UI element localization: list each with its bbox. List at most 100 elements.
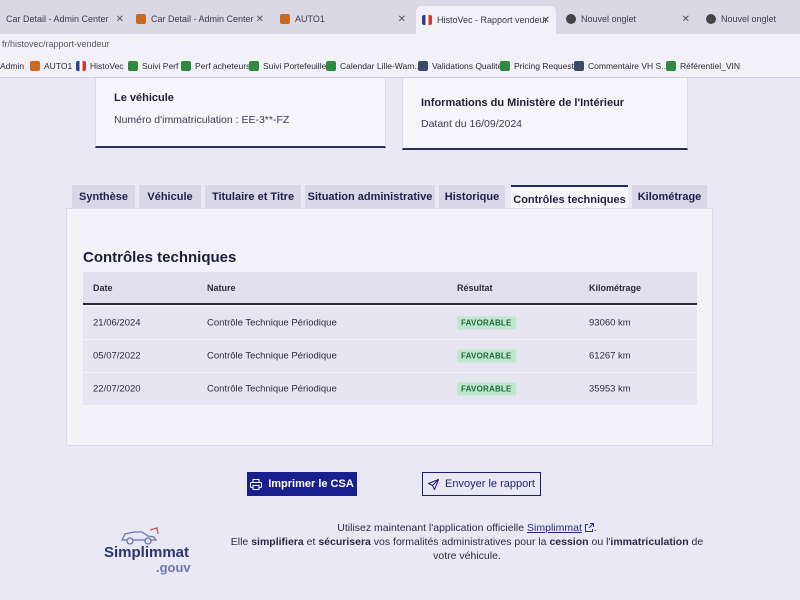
bookmark-label: Calendar Lille-Wam...: [340, 61, 422, 71]
browser-tab[interactable]: Car Detail - Admin Center ✕: [0, 6, 130, 32]
bookmark-item[interactable]: Commentaire VH S...: [574, 61, 668, 71]
bookmark-item[interactable]: Suivi Perf: [128, 61, 178, 71]
address-bar[interactable]: fr/histovec/rapport-vendeur: [0, 34, 800, 56]
tab-title: Nouvel onglet: [581, 14, 637, 24]
chrome-icon: [566, 14, 576, 24]
promo-text: de: [688, 536, 704, 548]
sheet-icon: [326, 61, 336, 71]
bookmark-item[interactable]: Référentiel_VIN: [666, 61, 740, 71]
browser-tab[interactable]: Nouvel onglet ✕: [560, 6, 696, 32]
tab-vehicule[interactable]: Véhicule: [139, 185, 201, 209]
cell-nature: Contrôle Technique Périodique: [207, 383, 337, 395]
browser-tabstrip: Car Detail - Admin Center ✕ Car Detail -…: [0, 0, 800, 34]
flag-icon: [422, 15, 432, 25]
browser-tab-active[interactable]: HistoVec - Rapport vendeur ✕: [416, 6, 556, 34]
close-icon[interactable]: ✕: [256, 14, 264, 25]
bookmark-item[interactable]: Admin: [0, 61, 24, 71]
send-icon: [428, 478, 440, 490]
table-row: 21/06/2024 Contrôle Technique Périodique…: [83, 307, 697, 339]
promo-text: vos formalités administratives pour la: [370, 536, 550, 548]
bookmark-label: Pricing Requests: [514, 61, 579, 71]
bookmark-item[interactable]: Validations Qualité: [418, 61, 502, 71]
doc-icon: [418, 61, 428, 71]
close-icon[interactable]: ✕: [682, 14, 690, 25]
vehicle-card-title: Le véhicule: [114, 92, 174, 104]
promo-text: Elle: [230, 536, 252, 548]
url-text: fr/histovec/rapport-vendeur: [2, 39, 110, 49]
col-resultat: Résultat: [457, 282, 493, 293]
printer-icon: [250, 478, 263, 490]
tab-synthese[interactable]: Synthèse: [72, 185, 135, 209]
logo-title: Simplimmat: [104, 544, 190, 561]
print-csa-button[interactable]: Imprimer le CSA: [247, 472, 357, 496]
promo-text: et: [303, 536, 319, 548]
bookmark-label: AUTO1: [44, 61, 73, 71]
bookmark-item[interactable]: Perf acheteurs: [181, 61, 250, 71]
browser-tab[interactable]: AUTO1 ✕: [274, 6, 412, 32]
ministry-date: Datant du 16/09/2024: [421, 118, 523, 130]
tab-title: Nouvel onglet: [721, 14, 777, 24]
page-content: Le véhicule Numéro d'immatriculation : E…: [0, 78, 800, 600]
tab-kilometrage[interactable]: Kilométrage: [632, 185, 707, 209]
simplimmat-link[interactable]: Simplimmat: [527, 522, 582, 534]
flag-icon: [76, 61, 86, 71]
tab-title: HistoVec - Rapport vendeur: [437, 15, 548, 25]
send-report-button[interactable]: Envoyer le rapport: [422, 472, 541, 496]
tab-title: Car Detail - Admin Center: [151, 14, 254, 24]
sheet-icon: [666, 61, 676, 71]
sheet-icon: [249, 61, 259, 71]
promo-line-3: votre véhicule.: [433, 550, 501, 562]
print-csa-label: Imprimer le CSA: [268, 478, 354, 490]
promo-text: ou l': [588, 536, 611, 548]
bookmark-item[interactable]: Calendar Lille-Wam...: [326, 61, 421, 71]
bookmarks-bar: Admin AUTO1 HistoVec Suivi Perf Perf ach…: [0, 56, 800, 78]
controles-panel: Contrôles techniques Date Nature Résulta…: [66, 208, 713, 446]
auto1-icon: [30, 61, 40, 71]
bookmark-label: Perf acheteurs: [195, 61, 251, 71]
favicon-icon: [280, 14, 290, 24]
promo-bold: cession: [549, 536, 589, 548]
tab-situation-administrative[interactable]: Situation administrative: [305, 185, 435, 209]
sheet-icon: [500, 61, 510, 71]
tab-title: Car Detail - Admin Center: [6, 14, 109, 24]
simplimmat-logo[interactable]: Simplimmat .gouv: [104, 524, 204, 580]
table-row: 22/07/2020 Contrôle Technique Périodique…: [83, 373, 697, 405]
cell-km: 35953 km: [589, 383, 631, 395]
doc-icon: [574, 61, 584, 71]
tab-title: AUTO1: [295, 14, 325, 24]
send-report-label: Envoyer le rapport: [445, 478, 535, 490]
browser-tab[interactable]: Nouvel onglet: [700, 6, 800, 32]
result-badge: FAVORABLE: [457, 316, 516, 330]
tab-historique[interactable]: Historique: [439, 185, 505, 209]
close-icon[interactable]: ✕: [542, 15, 550, 26]
close-icon[interactable]: ✕: [398, 14, 406, 25]
promo-line-1: Utilisez maintenant l'application offici…: [222, 521, 712, 535]
sheet-icon: [181, 61, 191, 71]
plate-number: Numéro d'immatriculation : EE-3**-FZ: [114, 114, 290, 126]
result-badge: FAVORABLE: [457, 382, 516, 396]
browser-tab[interactable]: Car Detail - Admin Center ✕: [130, 6, 270, 32]
promo-line-2: Elle simplifiera et sécurisera vos forma…: [222, 535, 712, 549]
tab-titulaire[interactable]: Titulaire et Titre: [205, 185, 301, 209]
bookmark-item[interactable]: Suivi Portefeuille: [249, 61, 326, 71]
promo-bold: sécurisera: [318, 536, 371, 548]
col-nature: Nature: [207, 282, 236, 293]
cell-date: 05/07/2022: [93, 350, 141, 362]
chrome-icon: [706, 14, 716, 24]
section-title: Contrôles techniques: [83, 249, 237, 266]
promo-bold: immatriculation: [610, 536, 689, 548]
logo-suffix: .gouv: [156, 560, 191, 575]
bookmark-item[interactable]: AUTO1: [30, 61, 72, 71]
promo-text: Utilisez maintenant l'application offici…: [337, 522, 528, 534]
close-icon[interactable]: ✕: [116, 14, 124, 25]
bookmark-label: Référentiel_VIN: [680, 61, 741, 71]
bookmark-label: HistoVec: [90, 61, 124, 71]
bookmark-item[interactable]: HistoVec: [76, 61, 124, 71]
table-header: Date Nature Résultat Kilométrage: [83, 272, 697, 305]
bookmark-label: Validations Qualité: [432, 61, 503, 71]
simplimmat-promo: Utilisez maintenant l'application offici…: [222, 521, 712, 563]
cell-nature: Contrôle Technique Périodique: [207, 350, 337, 362]
bookmark-item[interactable]: Pricing Requests: [500, 61, 578, 71]
ministry-card: Informations du Ministère de l'Intérieur…: [402, 78, 688, 150]
cell-km: 61267 km: [589, 350, 631, 362]
